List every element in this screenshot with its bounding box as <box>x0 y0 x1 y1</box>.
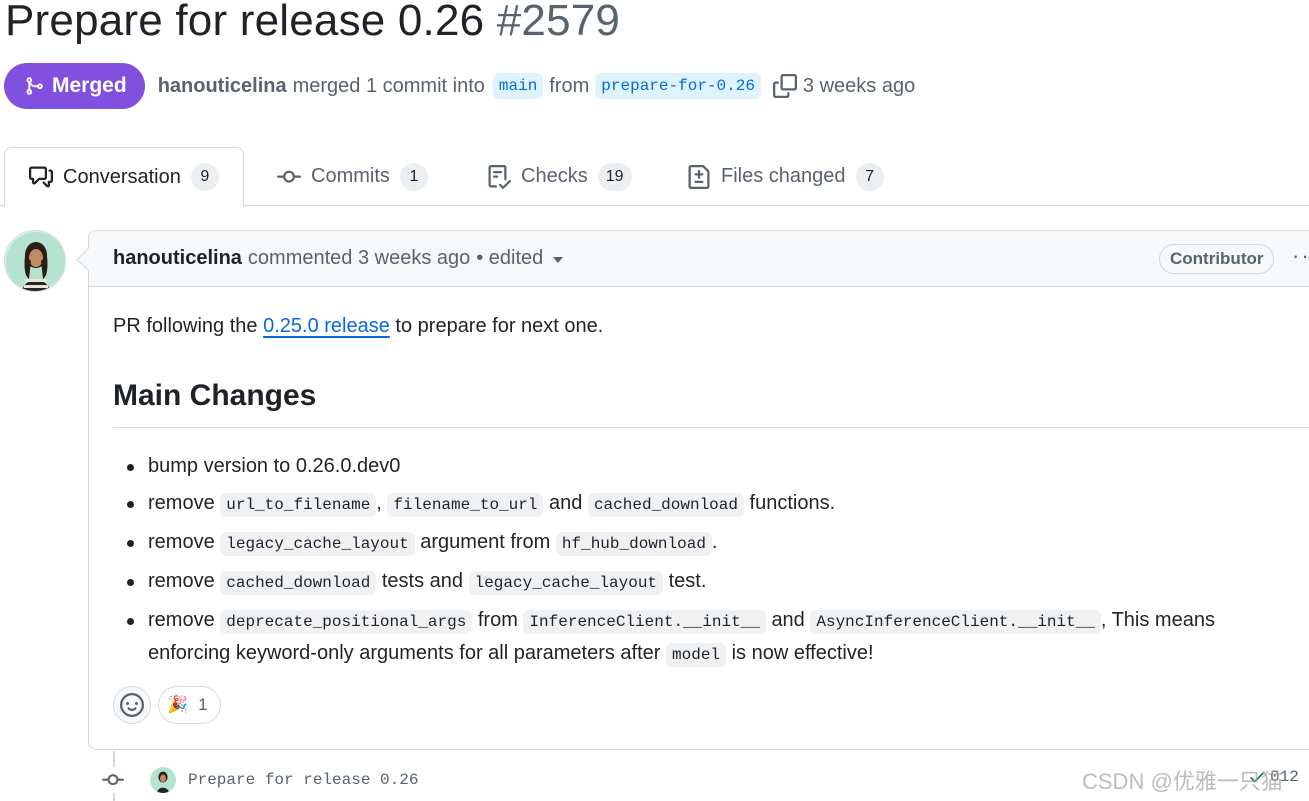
watermark: CSDN @优雅一只猫 <box>1082 769 1283 794</box>
git-commit-icon <box>100 767 126 793</box>
pr-title: Prepare for release 0.26 #2579 <box>5 0 620 46</box>
item-text: test. <box>668 570 707 592</box>
base-branch-link[interactable]: main <box>492 73 544 99</box>
merged-state-badge: Merged <box>4 63 145 109</box>
tab-checks-label: Checks <box>521 165 588 187</box>
tab-conversation-label: Conversation <box>63 165 181 188</box>
tab-commits[interactable]: Commits 1 <box>277 147 428 206</box>
inline-code: url_to_filename <box>220 493 377 517</box>
merged-state-label: Merged <box>52 74 127 97</box>
tab-files-changed[interactable]: Files changed 7 <box>687 147 884 206</box>
tada-emoji-icon: 🎉 <box>167 695 189 714</box>
commit-author-avatar[interactable] <box>150 767 176 793</box>
intro-text-after: to prepare for next one. <box>395 315 604 337</box>
item-text: argument from <box>420 531 551 553</box>
head-branch-link[interactable]: prepare-for-0.26 <box>595 73 761 99</box>
timeline-commit: Prepare for release 0.26 <box>100 762 418 798</box>
git-commit-icon <box>277 170 301 183</box>
inline-code: InferenceClient.__init__ <box>523 610 766 634</box>
comment-intro: PR following the 0.25.0 release to prepa… <box>113 311 603 341</box>
pr-title-text: Prepare for release 0.26 <box>5 0 485 45</box>
tab-conversation[interactable]: Conversation 9 <box>4 147 244 207</box>
kebab-menu-icon[interactable]: ··· <box>1292 243 1309 269</box>
add-reaction-button[interactable] <box>113 686 151 724</box>
item-text: and <box>549 492 583 514</box>
smiley-icon <box>120 693 144 717</box>
author-avatar-image <box>5 231 65 291</box>
pr-tabs: Conversation 9 Commits 1 Checks 19 Files… <box>0 147 1309 207</box>
item-text: remove <box>148 609 215 631</box>
contributor-badge: Contributor <box>1159 244 1275 274</box>
checklist-icon <box>488 164 511 189</box>
tab-files-changed-label: Files changed <box>721 165 846 187</box>
tab-conversation-count: 9 <box>190 163 219 191</box>
inline-code: cached_download <box>587 493 744 517</box>
inline-code: legacy_cache_layout <box>468 571 664 595</box>
commit-message-link[interactable]: Prepare for release 0.26 <box>188 771 418 789</box>
changes-list: bump version to 0.26.0.dev0 remove url_t… <box>113 451 1263 677</box>
inline-code: legacy_cache_layout <box>220 532 415 556</box>
comment-discussion-icon <box>29 166 53 188</box>
list-item: remove legacy_cache_layout argument from… <box>113 527 1263 560</box>
copy-icon[interactable] <box>772 74 797 98</box>
list-item: bump version to 0.26.0.dev0 <box>113 451 1263 482</box>
merge-summary: hanouticelina merged 1 commit into main … <box>158 73 916 99</box>
item-text: and <box>771 609 805 631</box>
reactions-bar: 🎉 1 <box>113 686 221 724</box>
chevron-down-icon[interactable] <box>553 257 564 263</box>
intro-text-before: PR following the <box>113 315 258 337</box>
inline-code: AsyncInferenceClient.__init__ <box>810 610 1101 634</box>
item-text: remove <box>148 531 215 553</box>
tab-checks[interactable]: Checks 19 <box>487 147 632 206</box>
comment-card: hanouticelina commented 3 weeks ago • ed… <box>88 230 1309 750</box>
pr-number: #2579 <box>496 0 621 45</box>
heading-divider <box>113 427 1309 428</box>
main-changes-heading: Main Changes <box>113 379 317 412</box>
comment-meta[interactable]: commented 3 weeks ago <box>248 247 470 270</box>
inline-code: model <box>666 643 727 667</box>
inline-code: deprecate_positional_args <box>220 610 473 634</box>
item-text: from <box>477 609 518 631</box>
list-item: remove deprecate_positional_args from In… <box>113 605 1263 671</box>
item-text: is now effective! <box>731 642 874 664</box>
item-text: , <box>376 492 382 514</box>
merge-author-link[interactable]: hanouticelina <box>158 75 287 98</box>
list-item: remove url_to_filename, filename_to_url … <box>113 488 1263 521</box>
tada-reaction-button[interactable]: 🎉 1 <box>158 686 221 724</box>
inline-code: hf_hub_download <box>555 532 712 556</box>
merge-action-text: merged 1 commit into <box>292 74 485 97</box>
item-text: functions. <box>749 492 836 514</box>
reaction-count: 1 <box>198 695 208 714</box>
item-text: remove <box>148 570 215 592</box>
avatar[interactable] <box>4 230 66 292</box>
tab-checks-count: 19 <box>597 162 632 191</box>
file-diff-icon <box>688 164 710 189</box>
from-text: from <box>549 74 590 97</box>
pr-meta: Merged hanouticelina merged 1 commit int… <box>4 62 915 110</box>
comment-author-link[interactable]: hanouticelina <box>113 247 242 270</box>
list-item: remove cached_download tests and legacy_… <box>113 566 1263 599</box>
edited-dropdown[interactable]: • edited <box>476 247 543 270</box>
inline-code: filename_to_url <box>387 493 544 517</box>
git-merge-icon <box>26 77 43 95</box>
merge-time: 3 weeks ago <box>802 74 916 97</box>
tab-commits-count: 1 <box>399 162 428 191</box>
item-text: bump version to 0.26.0.dev0 <box>148 455 401 477</box>
item-text: . <box>711 531 718 553</box>
tab-files-changed-count: 7 <box>855 162 884 191</box>
tab-commits-label: Commits <box>311 165 390 187</box>
release-link[interactable]: 0.25.0 release <box>263 315 390 337</box>
comment-header: hanouticelina commented 3 weeks ago • ed… <box>89 231 1309 287</box>
inline-code: cached_download <box>220 571 377 595</box>
item-text: tests and <box>381 570 464 592</box>
item-text: remove <box>148 492 215 514</box>
